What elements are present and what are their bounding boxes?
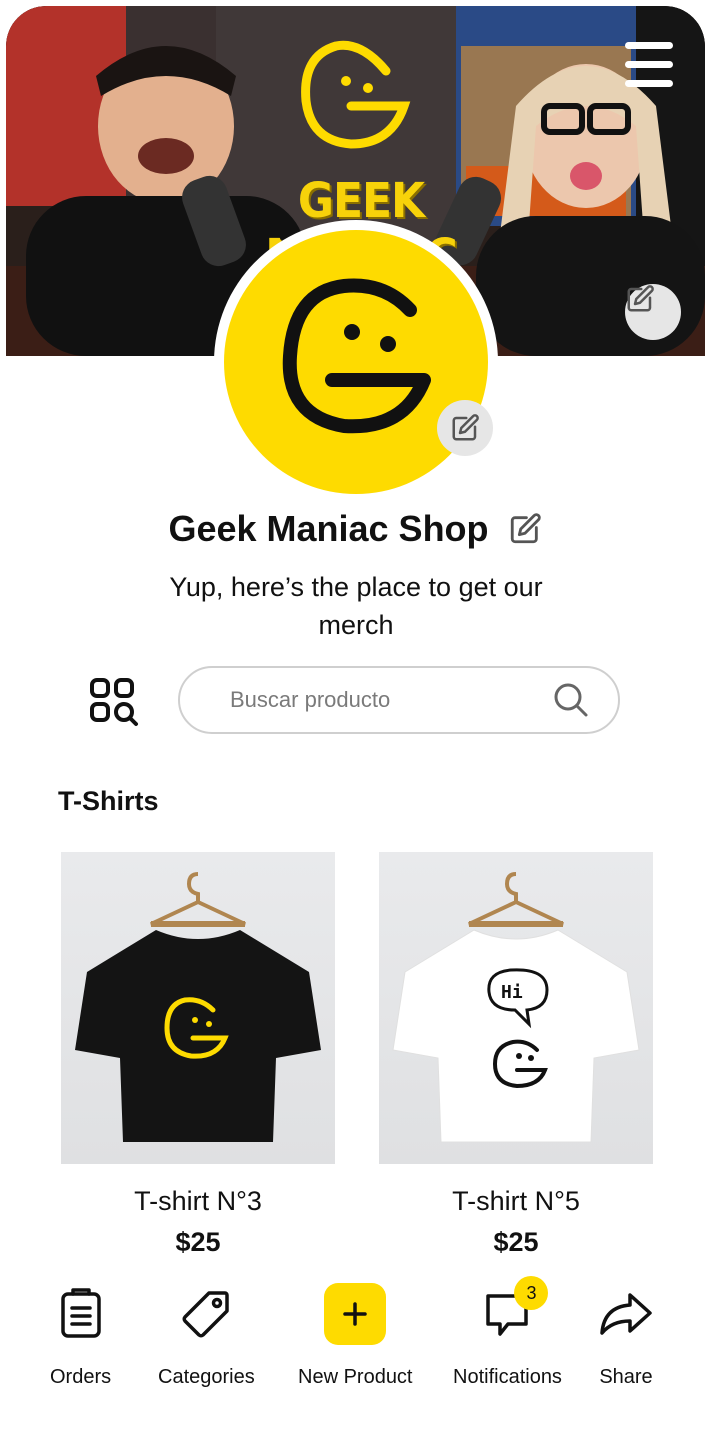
app-screen: GEEK MANIAC Geek Maniac Shop xyxy=(6,6,705,1434)
product-name: T-shirt N°5 xyxy=(452,1186,580,1216)
nav-notifications[interactable]: 3 Notifications xyxy=(453,1274,562,1389)
nav-share-label: Share xyxy=(599,1366,653,1388)
search-input[interactable] xyxy=(230,687,552,713)
shirt-print-text: Hi xyxy=(501,982,523,1003)
clipboard-list-icon xyxy=(60,1288,101,1338)
geek-maniac-logo xyxy=(282,278,431,434)
nav-categories-label: Categories xyxy=(158,1366,255,1388)
shop-title-row: Geek Maniac Shop xyxy=(6,508,705,550)
nav-orders[interactable]: Orders xyxy=(50,1274,111,1389)
search-bar xyxy=(178,666,620,734)
shop-name: Geek Maniac Shop xyxy=(168,508,489,549)
product-price: $25 xyxy=(175,1227,221,1257)
pencil-icon xyxy=(452,414,479,441)
hamburger-menu-icon[interactable] xyxy=(625,42,675,90)
product-card[interactable]: Hi T-shirt N°5 $25 xyxy=(379,852,653,1258)
shop-description: Yup, here’s the place to get our merch xyxy=(169,572,543,640)
edit-shop-name-button[interactable] xyxy=(507,511,543,547)
search-icon[interactable] xyxy=(552,681,590,719)
nav-share[interactable]: Share xyxy=(598,1274,654,1389)
shop-avatar xyxy=(214,220,498,504)
category-search-icon[interactable] xyxy=(86,674,142,730)
product-name: T-shirt N°3 xyxy=(134,1186,262,1216)
nav-orders-label: Orders xyxy=(50,1366,112,1388)
pencil-icon xyxy=(510,513,541,544)
product-card[interactable]: T-shirt N°3 $25 xyxy=(61,852,335,1258)
nav-categories[interactable]: Categories xyxy=(158,1274,255,1389)
notifications-badge: 3 xyxy=(514,1276,549,1310)
share-arrow-icon xyxy=(600,1293,652,1335)
pencil-icon xyxy=(627,285,654,312)
edit-cover-button[interactable] xyxy=(625,284,681,340)
product-price: $25 xyxy=(493,1227,539,1257)
bottom-navigation: Orders Categories New Product 3 Notifica… xyxy=(6,1274,705,1404)
plus-icon xyxy=(324,1283,387,1345)
product-image: Hi xyxy=(379,852,653,1164)
edit-avatar-button[interactable] xyxy=(437,400,493,456)
nav-new-product[interactable]: New Product xyxy=(298,1274,413,1389)
tag-icon xyxy=(182,1291,230,1338)
product-image xyxy=(61,852,335,1164)
nav-new-product-label: New Product xyxy=(298,1366,413,1388)
section-title: T-Shirts xyxy=(58,786,159,816)
nav-notifications-label: Notifications xyxy=(453,1366,562,1388)
